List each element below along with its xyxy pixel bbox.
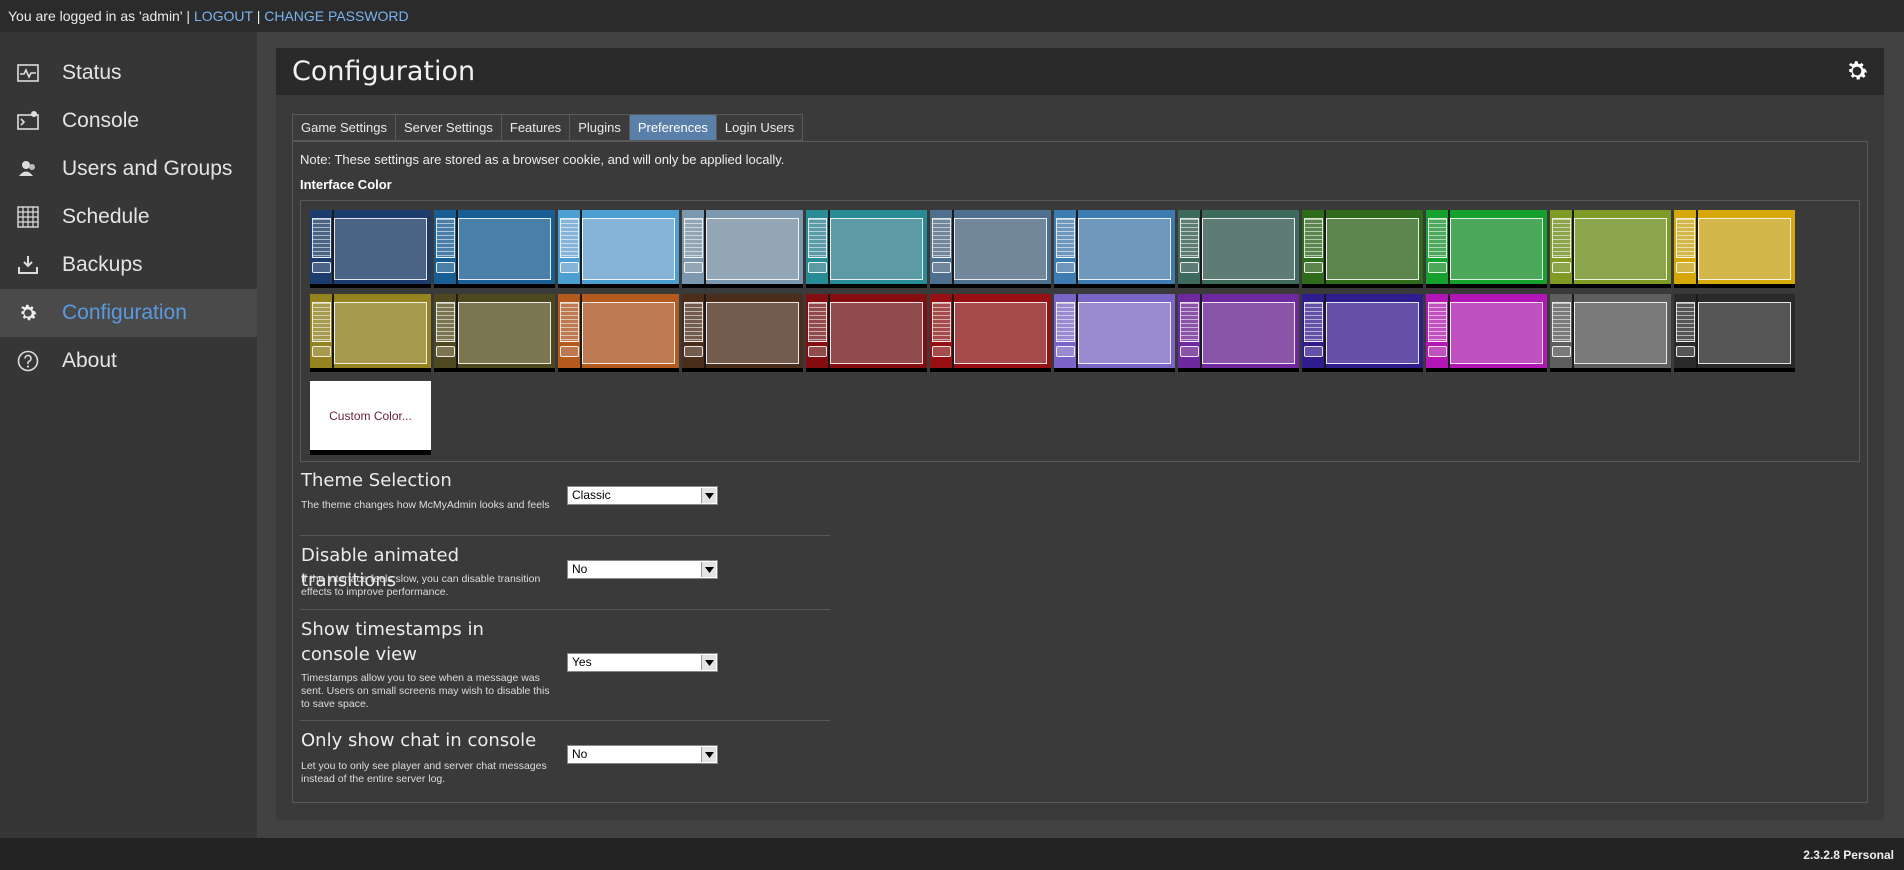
sidebar-item-configuration[interactable]: Configuration [0,289,257,337]
setting-theme-selection: Theme Selection The theme changes how Mc… [300,468,830,536]
color-swatch[interactable] [1178,294,1299,372]
setting-title: Theme Selection [301,470,452,491]
setting-disable-animated-transitions: Disable animated transitions If the inte… [300,543,830,610]
tab-bar: Game Settings Server Settings Features P… [292,114,804,141]
cookie-note: Note: These settings are stored as a bro… [300,152,785,167]
color-swatch[interactable] [310,294,431,372]
color-swatch[interactable] [558,210,679,288]
backups-icon [16,253,40,277]
select-value: Yes [572,655,592,669]
color-swatch[interactable] [1674,294,1795,372]
logout-link[interactable]: LOGOUT [194,8,253,24]
top-bar: You are logged in as 'admin' | LOGOUT | … [0,0,1904,32]
version-label: 2.3.2.8 Personal [1803,848,1894,862]
status-icon [16,61,40,85]
chevron-down-icon [701,488,716,503]
gear-icon[interactable] [1844,58,1870,84]
sidebar-item-label: Backups [62,253,143,276]
sidebar-item-label: Status [62,61,122,84]
color-swatch[interactable] [1550,294,1671,372]
color-swatch[interactable] [1054,294,1175,372]
setting-only-chat: Only show chat in console Let you to onl… [300,728,830,790]
color-swatch[interactable] [682,210,803,288]
color-swatch[interactable] [1426,210,1547,288]
disable-transitions-select[interactable]: No [567,560,718,579]
tab-features[interactable]: Features [500,114,570,141]
change-password-link[interactable]: CHANGE PASSWORD [264,8,408,24]
color-swatch[interactable] [1426,294,1547,372]
color-swatch[interactable] [434,294,555,372]
footer: 2.3.2.8 Personal [0,838,1904,870]
sidebar: Status Console Users and Groups Schedule… [0,32,257,838]
setting-description: Let you to only see player and server ch… [301,760,547,785]
setting-description: If the interface feels slow, you can dis… [301,573,541,598]
sidebar-item-users-and-groups[interactable]: Users and Groups [0,145,257,193]
tab-game-settings[interactable]: Game Settings [292,114,395,141]
page-title: Configuration [292,56,476,87]
select-value: Classic [572,488,611,502]
chevron-down-icon [701,562,716,577]
sidebar-item-label: Configuration [62,301,187,324]
timestamps-select[interactable]: Yes [567,653,718,672]
separator: | [256,8,261,24]
setting-title: Show timestamps in console view [301,619,484,665]
sidebar-item-about[interactable]: About [0,337,257,385]
color-swatch[interactable] [806,210,927,288]
sidebar-item-label: About [62,349,117,372]
select-value: No [572,562,588,576]
console-icon [16,109,40,133]
tab-server-settings[interactable]: Server Settings [395,114,501,141]
chevron-down-icon [701,655,716,670]
color-swatch[interactable] [930,294,1051,372]
select-value: No [572,747,588,761]
tab-plugins[interactable]: Plugins [569,114,629,141]
chevron-down-icon [701,747,716,762]
interface-color-label: Interface Color [300,177,392,192]
schedule-icon [16,205,40,229]
setting-description: Timestamps allow you to see when a messa… [301,672,550,710]
users-icon [16,157,40,181]
panel-header: Configuration [276,48,1884,95]
logged-in-text: You are logged in as 'admin' | [8,8,191,24]
color-swatch[interactable] [558,294,679,372]
custom-color-button[interactable]: Custom Color... [310,381,431,455]
setting-title: Only show chat in console [301,730,537,751]
sidebar-item-console[interactable]: Console [0,97,257,145]
sidebar-item-label: Users and Groups [62,157,233,180]
color-swatch[interactable] [1302,210,1423,288]
gear-icon [16,301,40,325]
sidebar-item-label: Schedule [62,205,150,228]
tab-preferences[interactable]: Preferences [628,114,716,141]
color-swatch[interactable] [1054,210,1175,288]
only-chat-select[interactable]: No [567,745,718,764]
color-swatch[interactable] [1178,210,1299,288]
color-swatch[interactable] [930,210,1051,288]
sidebar-item-backups[interactable]: Backups [0,241,257,289]
color-swatch[interactable] [310,210,431,288]
help-icon [16,349,40,373]
setting-description: The theme changes how McMyAdmin looks an… [301,499,550,511]
sidebar-item-status[interactable]: Status [0,49,257,97]
sidebar-item-label: Console [62,109,140,132]
color-swatch[interactable] [1302,294,1423,372]
color-swatch[interactable] [806,294,927,372]
theme-select[interactable]: Classic [567,486,718,505]
setting-show-timestamps: Show timestamps in console view Timestam… [300,617,830,721]
color-swatch[interactable] [1674,210,1795,288]
tab-login-users[interactable]: Login Users [715,114,804,141]
sidebar-item-schedule[interactable]: Schedule [0,193,257,241]
color-swatch[interactable] [1550,210,1671,288]
color-swatch[interactable] [682,294,803,372]
color-swatch[interactable] [434,210,555,288]
